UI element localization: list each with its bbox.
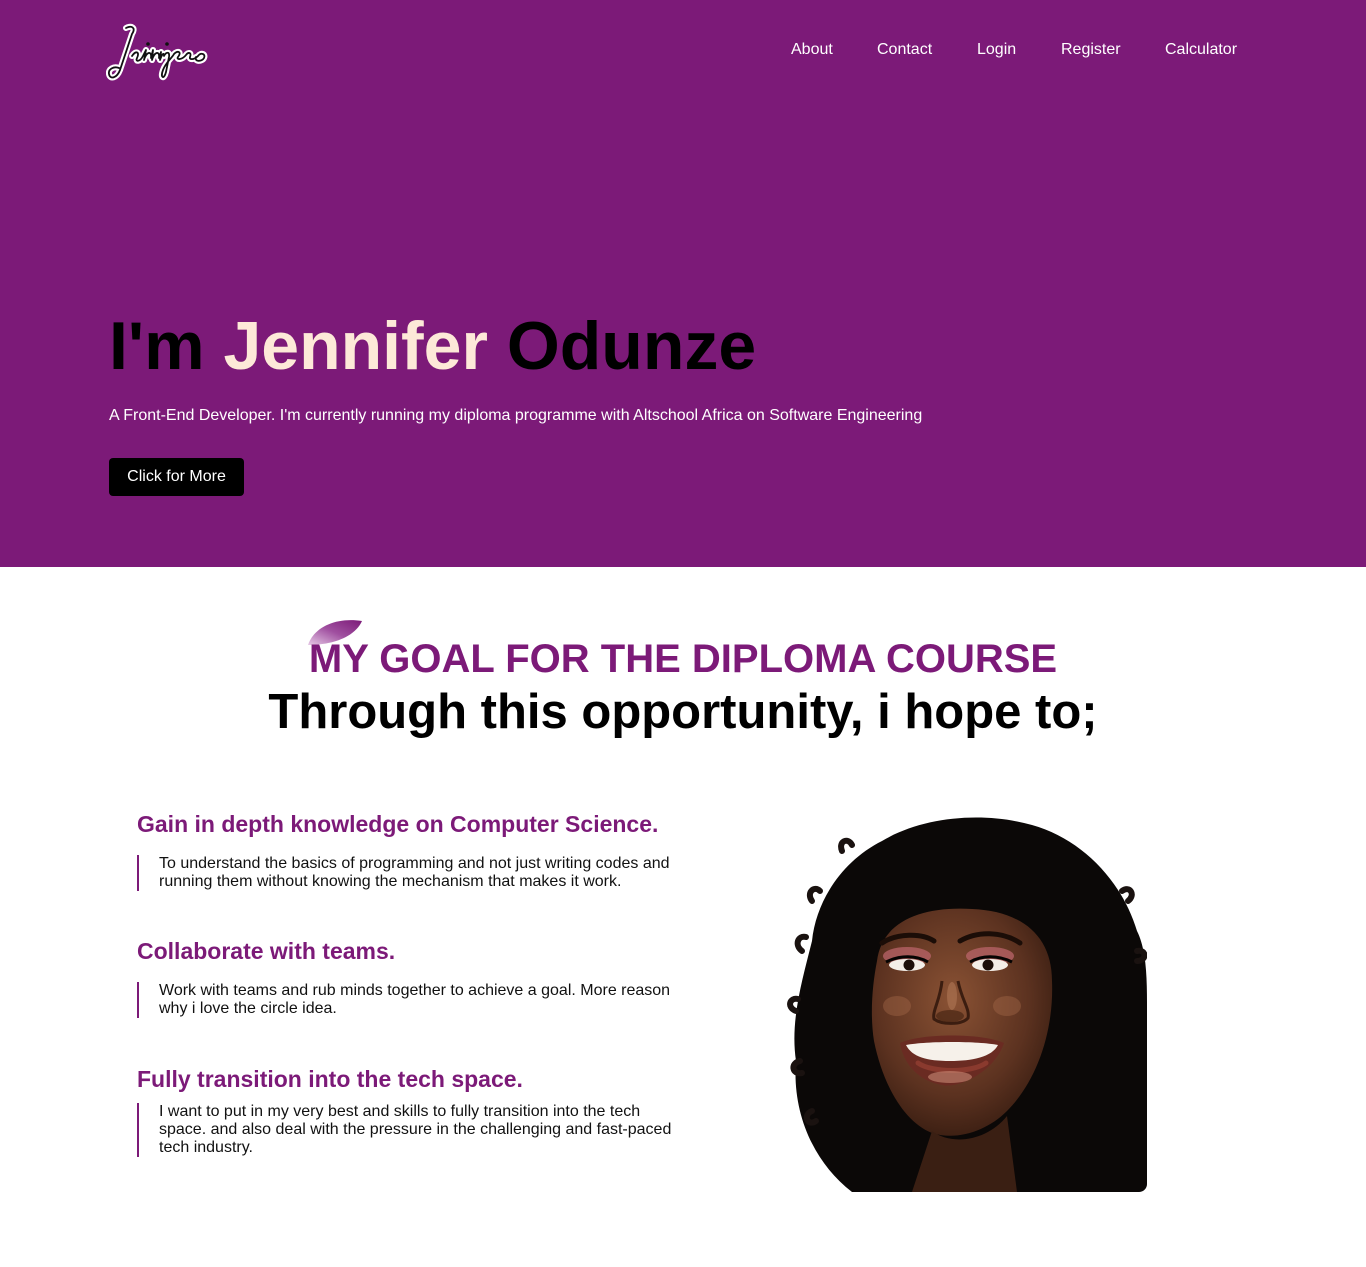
hero-section: About Contact Login Register Calculator …: [0, 0, 1366, 567]
goal-description: I want to put in my very best and skills…: [137, 1103, 677, 1157]
nav-about-link[interactable]: About: [791, 41, 833, 59]
goal-item-transition: Fully transition into the tech space. I …: [137, 1065, 697, 1157]
portrait-image: [787, 817, 1147, 1192]
goal-heading: Fully transition into the tech space.: [137, 1066, 523, 1092]
goal-item-collaborate: Collaborate with teams. Work with teams …: [137, 937, 697, 1018]
nav-contact-link[interactable]: Contact: [877, 41, 932, 59]
hero-title-prefix: I'm: [109, 308, 205, 384]
goal-item-computer-science: Gain in depth knowledge on Computer Scie…: [137, 810, 697, 891]
goals-subtitle: Through this opportunity, i hope to;: [268, 685, 1098, 739]
nav-login-link[interactable]: Login: [977, 41, 1016, 59]
nav-calculator-link[interactable]: Calculator: [1165, 41, 1237, 59]
hero-subtitle: A Front-End Developer. I'm currently run…: [109, 407, 923, 424]
goal-description: Work with teams and rub minds together t…: [137, 982, 677, 1018]
goal-heading: Gain in depth knowledge on Computer Scie…: [137, 811, 659, 837]
nav-register-link[interactable]: Register: [1061, 41, 1121, 59]
goal-heading: Collaborate with teams.: [137, 938, 396, 964]
click-for-more-button[interactable]: Click for More: [109, 458, 244, 496]
goal-description: To understand the basics of programming …: [137, 855, 677, 891]
hero-title-last-name: Odunze: [506, 308, 757, 384]
goals-title: MY GOAL FOR THE DIPLOMA COURSE: [308, 637, 1058, 681]
main-nav: About Contact Login Register Calculator: [0, 41, 1366, 61]
profile-photo: [782, 811, 1147, 1192]
hero-title: I'm Jennifer Odunze: [109, 306, 756, 386]
hero-title-first-name: Jennifer: [223, 308, 488, 384]
